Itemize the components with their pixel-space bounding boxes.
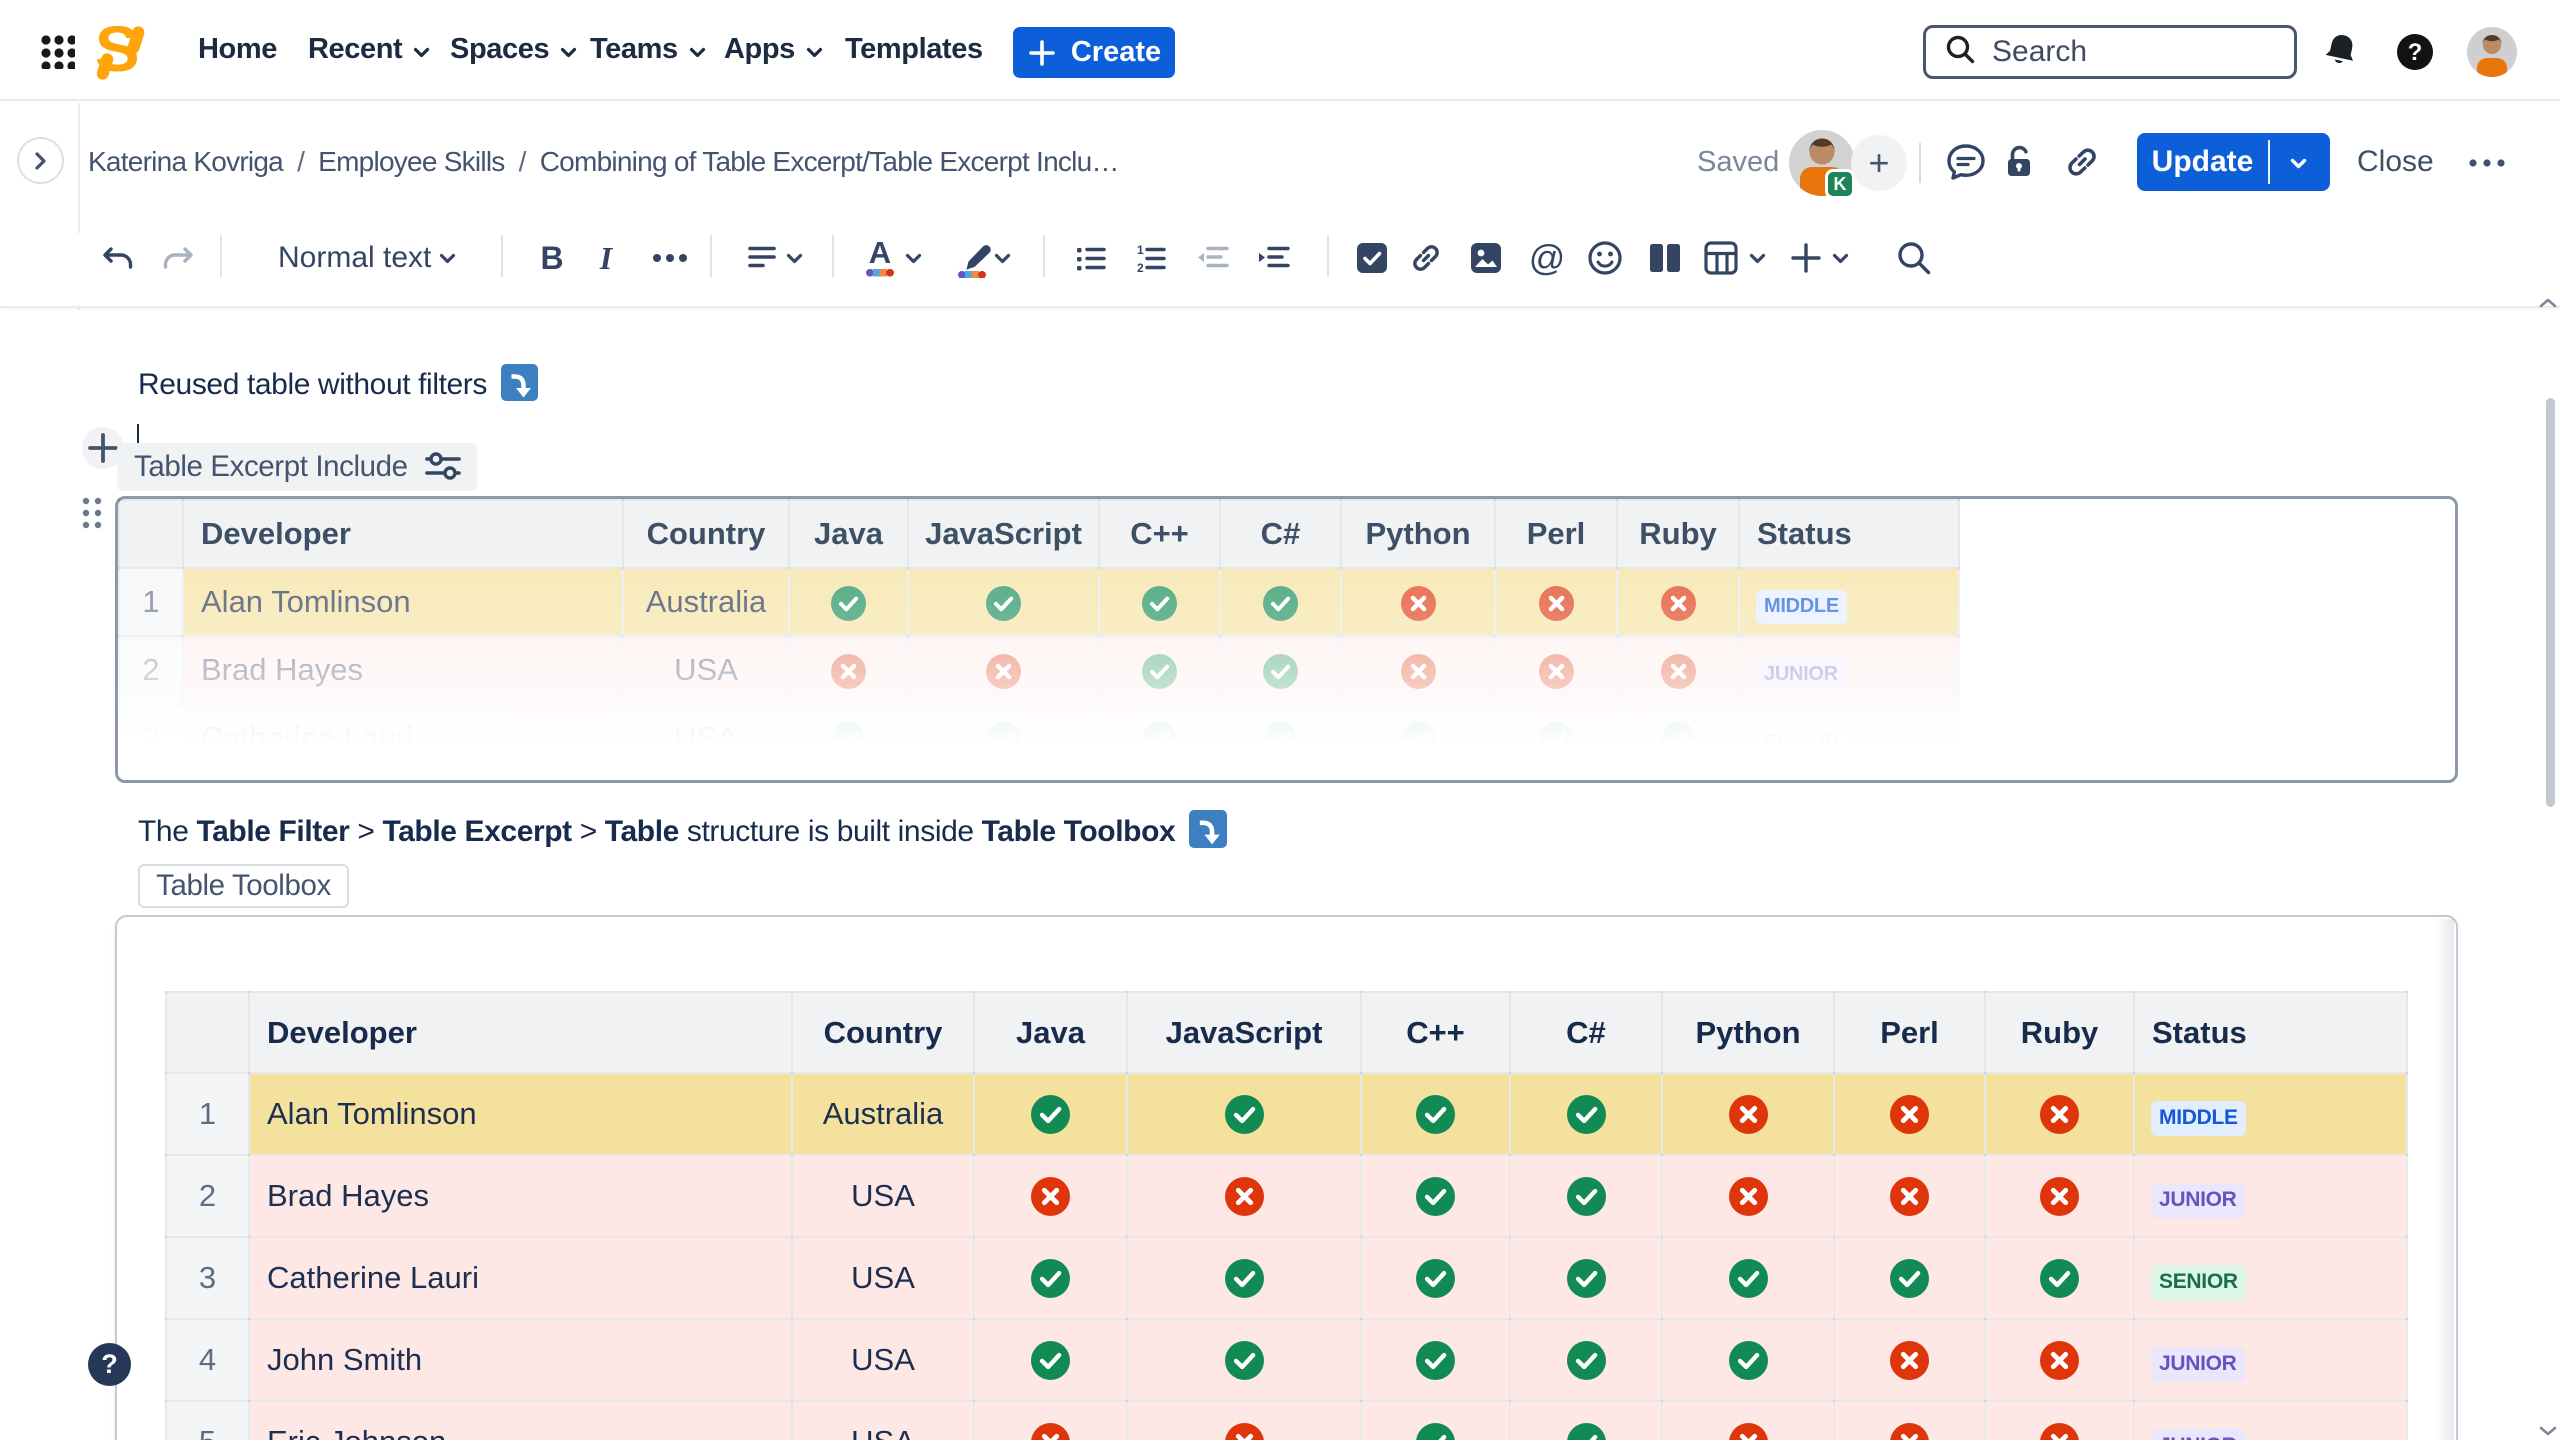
- svg-text:A: A: [869, 238, 891, 270]
- svg-text:2: 2: [1137, 261, 1144, 273]
- svg-text:?: ?: [2408, 39, 2423, 66]
- svg-text:1: 1: [1137, 243, 1144, 257]
